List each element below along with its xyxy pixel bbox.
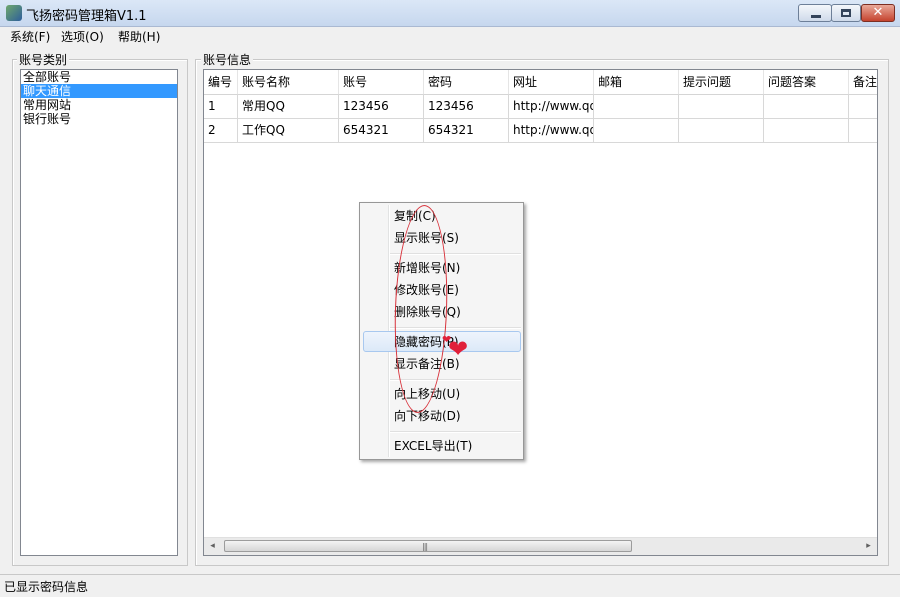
minimize-button[interactable] [798, 4, 832, 22]
title-bar[interactable]: 飞扬密码管理箱V1.1 ✕ [0, 0, 900, 27]
table-row[interactable]: 1 常用QQ 123456 123456 http://www.qq [204, 94, 877, 119]
cell-name: 常用QQ [238, 94, 339, 118]
close-button[interactable]: ✕ [861, 4, 895, 22]
scroll-left-arrow-icon[interactable]: ◂ [204, 538, 221, 555]
cell-id: 2 [204, 118, 238, 142]
column-header-hint[interactable]: 提示问题 [679, 70, 764, 94]
minimize-icon [811, 15, 821, 18]
context-menu: 复制(C) 显示账号(S) 新增账号(N) 修改账号(E) 删除账号(Q) 隐藏… [359, 202, 524, 460]
context-menu-separator [390, 327, 521, 329]
ctx-copy[interactable]: 复制(C) [394, 205, 436, 227]
context-menu-separator [390, 379, 521, 381]
maximize-button[interactable] [831, 4, 861, 22]
cell-answer [764, 94, 849, 118]
menu-help[interactable]: 帮助(H) [118, 28, 160, 45]
scroll-grip-icon: ||| [422, 542, 428, 551]
cell-name: 工作QQ [238, 118, 339, 142]
cell-email [594, 118, 679, 142]
cell-answer [764, 118, 849, 142]
ctx-move-down[interactable]: 向下移动(D) [394, 405, 461, 427]
status-bar: 已显示密码信息 [0, 574, 900, 597]
table-row[interactable]: 2 工作QQ 654321 654321 http://www.qq [204, 118, 877, 143]
category-item-all[interactable]: 全部账号 [21, 70, 177, 84]
cell-password: 123456 [424, 94, 509, 118]
maximize-icon [841, 9, 851, 17]
column-header-password[interactable]: 密码 [424, 70, 509, 94]
cell-email [594, 94, 679, 118]
column-header-account[interactable]: 账号 [339, 70, 424, 94]
column-header-note[interactable]: 备注 [849, 70, 877, 94]
ctx-move-up[interactable]: 向上移动(U) [394, 383, 460, 405]
cell-account: 123456 [339, 94, 424, 118]
column-header-answer[interactable]: 问题答案 [764, 70, 849, 94]
column-header-name[interactable]: 账号名称 [238, 70, 339, 94]
cell-note [849, 118, 877, 142]
ctx-delete-account[interactable]: 删除账号(Q) [394, 301, 461, 323]
category-item-websites[interactable]: 常用网站 [21, 98, 177, 112]
cell-id: 1 [204, 94, 238, 118]
window-title: 飞扬密码管理箱V1.1 [26, 9, 147, 24]
cell-url: http://www.qq [509, 118, 594, 142]
ctx-excel-export[interactable]: EXCEL导出(T) [394, 435, 472, 457]
cell-password: 654321 [424, 118, 509, 142]
category-group-title: 账号类别 [17, 51, 70, 68]
heart-icon: ❤ [448, 335, 469, 363]
column-header-id[interactable]: 编号 [204, 70, 238, 94]
account-table[interactable]: 编号 账号名称 账号 密码 网址 邮箱 提示问题 问题答案 备注 1 常用QQ … [203, 69, 878, 556]
context-menu-separator [390, 253, 521, 255]
scroll-thumb[interactable]: ||| [224, 540, 632, 552]
column-header-email[interactable]: 邮箱 [594, 70, 679, 94]
menu-bar: 系统(F) 选项(O) 帮助(H) [0, 27, 900, 46]
category-item-bank[interactable]: 银行账号 [21, 112, 177, 126]
menu-system[interactable]: 系统(F) [10, 28, 50, 45]
ctx-edit-account[interactable]: 修改账号(E) [394, 279, 459, 301]
category-list[interactable]: 全部账号 聊天通信 常用网站 银行账号 [20, 69, 178, 556]
ctx-show-account[interactable]: 显示账号(S) [394, 227, 459, 249]
close-icon: ✕ [872, 5, 884, 20]
horizontal-scrollbar[interactable]: ◂ ||| ▸ [204, 537, 877, 555]
menu-options[interactable]: 选项(O) [61, 28, 104, 45]
cell-hint [679, 118, 764, 142]
scroll-right-arrow-icon[interactable]: ▸ [860, 538, 877, 555]
context-menu-separator [390, 431, 521, 433]
cell-account: 654321 [339, 118, 424, 142]
column-header-url[interactable]: 网址 [509, 70, 594, 94]
cell-note [849, 94, 877, 118]
account-group-title: 账号信息 [201, 51, 254, 68]
table-header: 编号 账号名称 账号 密码 网址 邮箱 提示问题 问题答案 备注 [204, 70, 877, 95]
category-item-chat[interactable]: 聊天通信 [21, 84, 177, 98]
app-icon [6, 5, 22, 21]
status-text: 已显示密码信息 [4, 580, 89, 594]
cell-hint [679, 94, 764, 118]
cell-url: http://www.qq [509, 94, 594, 118]
ctx-new-account[interactable]: 新增账号(N) [394, 257, 460, 279]
